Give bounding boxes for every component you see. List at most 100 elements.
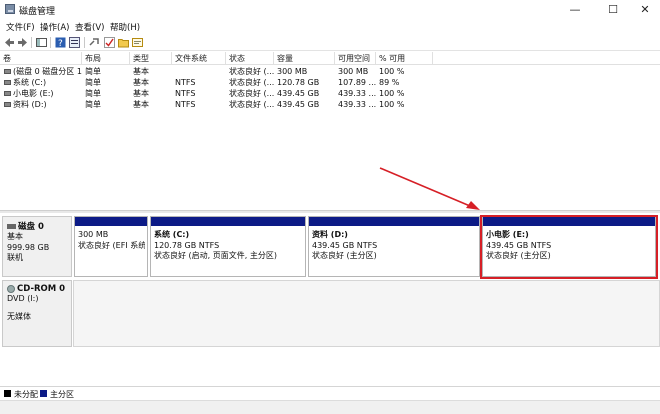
cell-type: 基本 bbox=[133, 89, 149, 98]
cell-type: 基本 bbox=[133, 78, 149, 87]
cell-capacity: 439.45 GB bbox=[277, 100, 320, 109]
table-row[interactable]: 资料 (D:) 简单 基本 NTFS 状态良好 (... 439.45 GB 4… bbox=[0, 99, 660, 110]
disk-management-icon bbox=[5, 4, 15, 14]
partition-d-size: 439.45 GB NTFS bbox=[312, 240, 378, 250]
disk-0-label[interactable]: 磁盘 0 基本 999.98 GB 联机 bbox=[2, 216, 72, 277]
partition-d-name: 资料 (D:) bbox=[312, 230, 348, 239]
column-header-free-space[interactable]: 可用空间 bbox=[335, 52, 376, 65]
check-icon[interactable] bbox=[104, 37, 115, 48]
svg-text:?: ? bbox=[58, 39, 63, 48]
back-icon[interactable] bbox=[4, 37, 15, 48]
cell-status: 状态良好 (... bbox=[229, 67, 274, 76]
cell-layout: 简单 bbox=[85, 67, 101, 76]
column-header-percent-free[interactable]: % 可用 bbox=[376, 52, 433, 65]
toolbar-separator bbox=[31, 37, 32, 48]
cell-status: 状态良好 (... bbox=[229, 89, 274, 98]
cdrom-0-label[interactable]: CD-ROM 0 DVD (I:) 无媒体 bbox=[2, 280, 72, 347]
menu-help[interactable]: 帮助(H) bbox=[110, 21, 140, 33]
partition-c-size: 120.78 GB NTFS bbox=[154, 240, 220, 250]
legend-unallocated: 未分配 bbox=[14, 390, 38, 399]
menu-file[interactable]: 文件(F) bbox=[6, 21, 35, 33]
connect-icon[interactable] bbox=[89, 37, 100, 48]
toolbar-separator bbox=[84, 37, 85, 48]
disk-0-status: 联机 bbox=[7, 253, 23, 262]
selection-highlight bbox=[480, 215, 658, 279]
cell-filesystem bbox=[175, 66, 225, 77]
cell-free-space: 439.33 ... bbox=[338, 100, 376, 109]
cdrom-icon bbox=[7, 284, 15, 293]
legend-primary: 主分区 bbox=[50, 390, 74, 399]
cell-free-space: 439.33 ... bbox=[338, 89, 376, 98]
minimize-button[interactable]: — bbox=[558, 0, 592, 20]
maximize-button[interactable]: ☐ bbox=[596, 0, 630, 20]
table-row[interactable]: (磁盘 0 磁盘分区 1) 简单 基本 状态良好 (... 300 MB 300… bbox=[0, 66, 660, 77]
disk-0-name: 磁盘 0 bbox=[18, 222, 44, 232]
partition-c-name: 系统 (C:) bbox=[154, 230, 190, 239]
cell-percent-free: 100 % bbox=[379, 89, 405, 98]
cell-layout: 简单 bbox=[85, 89, 101, 98]
cdrom-0-name: CD-ROM 0 bbox=[17, 284, 66, 294]
column-header-status[interactable]: 状态 bbox=[226, 52, 274, 65]
title-bar: 磁盘管理 — ☐ ✕ bbox=[0, 0, 660, 20]
cell-status: 状态良好 (... bbox=[229, 78, 274, 87]
cell-type: 基本 bbox=[133, 100, 149, 109]
table-row[interactable]: 系统 (C:) 简单 基本 NTFS 状态良好 (... 120.78 GB 1… bbox=[0, 77, 660, 88]
properties-icon[interactable] bbox=[69, 37, 80, 48]
console-tree-icon[interactable] bbox=[36, 37, 47, 48]
cdrom-0-area[interactable] bbox=[73, 280, 660, 347]
cell-free-space: 300 MB bbox=[338, 67, 369, 76]
cdrom-0-drive: DVD (I:) bbox=[7, 294, 39, 303]
export-icon[interactable] bbox=[132, 37, 143, 48]
menu-view[interactable]: 查看(V) bbox=[75, 21, 104, 33]
partition-bar bbox=[75, 217, 147, 226]
partition-d[interactable]: 资料 (D:) 439.45 GB NTFS 状态良好 (主分区) bbox=[308, 216, 480, 277]
cell-free-space: 107.89 ... bbox=[338, 78, 376, 87]
partition-efi-size: 300 MB bbox=[78, 230, 109, 239]
disk-0-type: 基本 bbox=[7, 232, 23, 241]
cell-percent-free: 100 % bbox=[379, 100, 405, 109]
help-icon[interactable]: ? bbox=[55, 37, 66, 48]
disk-0-size: 999.98 GB bbox=[7, 242, 50, 252]
cell-filesystem: NTFS bbox=[175, 78, 196, 87]
cell-filesystem: NTFS bbox=[175, 100, 196, 109]
disk-graph-view: 磁盘 0 基本 999.98 GB 联机 300 MB 状态良好 (EFI 系统… bbox=[0, 213, 660, 386]
primary-partition-swatch bbox=[40, 390, 47, 397]
partition-efi[interactable]: 300 MB 状态良好 (EFI 系统分 bbox=[74, 216, 148, 277]
cell-layout: 简单 bbox=[85, 100, 101, 109]
column-header-layout[interactable]: 布局 bbox=[82, 52, 130, 65]
volume-icon bbox=[4, 69, 11, 74]
cell-type: 基本 bbox=[133, 67, 149, 76]
column-header-filesystem[interactable]: 文件系统 bbox=[172, 52, 226, 65]
cell-volume: 小电影 (E:) bbox=[13, 89, 54, 98]
partition-d-status: 状态良好 (主分区) bbox=[312, 251, 377, 260]
forward-icon[interactable] bbox=[17, 37, 28, 48]
toolbar-separator bbox=[50, 37, 51, 48]
column-header-capacity[interactable]: 容量 bbox=[274, 52, 335, 65]
volume-list: 卷 布局 类型 文件系统 状态 容量 可用空间 % 可用 (磁盘 0 磁盘分区 … bbox=[0, 52, 660, 210]
column-header-volume[interactable]: 卷 bbox=[0, 52, 82, 65]
cell-percent-free: 89 % bbox=[379, 78, 400, 87]
partition-c[interactable]: 系统 (C:) 120.78 GB NTFS 状态良好 (启动, 页面文件, 主… bbox=[150, 216, 306, 277]
unallocated-swatch bbox=[4, 390, 11, 397]
cell-capacity: 120.78 GB bbox=[277, 78, 320, 87]
folder-icon[interactable] bbox=[118, 37, 129, 48]
menu-action[interactable]: 操作(A) bbox=[40, 21, 69, 33]
cell-layout: 简单 bbox=[85, 78, 101, 87]
legend: 未分配 主分区 bbox=[0, 386, 660, 400]
volume-icon bbox=[4, 91, 11, 96]
partition-efi-status: 状态良好 (EFI 系统分 bbox=[78, 240, 145, 250]
toolbar: ? bbox=[0, 34, 660, 51]
menu-bar: 文件(F) 操作(A) 查看(V) 帮助(H) bbox=[0, 20, 660, 34]
close-button[interactable]: ✕ bbox=[628, 0, 660, 20]
partition-c-status: 状态良好 (启动, 页面文件, 主分区) bbox=[154, 251, 277, 260]
table-row[interactable]: 小电影 (E:) 简单 基本 NTFS 状态良好 (... 439.45 GB … bbox=[0, 88, 660, 99]
cell-capacity: 300 MB bbox=[277, 67, 308, 76]
cell-filesystem: NTFS bbox=[175, 89, 196, 98]
partition-bar bbox=[151, 217, 305, 226]
status-bar bbox=[0, 400, 660, 414]
cell-capacity: 439.45 GB bbox=[277, 89, 320, 98]
column-header-type[interactable]: 类型 bbox=[130, 52, 172, 65]
volume-table-header: 卷 布局 类型 文件系统 状态 容量 可用空间 % 可用 bbox=[0, 52, 660, 65]
disk-icon bbox=[7, 224, 16, 229]
cell-percent-free: 100 % bbox=[379, 67, 405, 76]
